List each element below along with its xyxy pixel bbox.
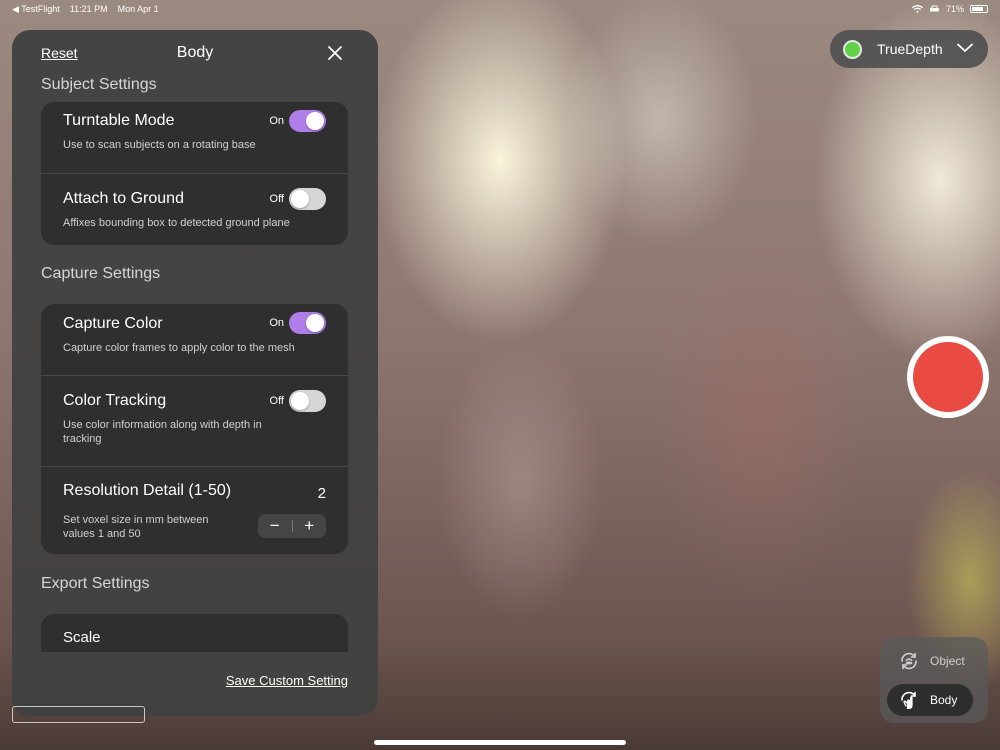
battery-icon bbox=[970, 5, 988, 13]
battery-percent: 71% bbox=[945, 4, 964, 14]
row-title: Capture Color bbox=[63, 315, 163, 332]
object-rotate-icon bbox=[901, 652, 917, 670]
row-title: Scale bbox=[63, 629, 101, 646]
turntable-mode-row: Turntable Mode Use to scan subjects on a… bbox=[41, 102, 348, 174]
row-title: Color Tracking bbox=[63, 392, 167, 409]
resolution-stepper: − + bbox=[258, 514, 326, 538]
row-title: Resolution Detail (1-50) bbox=[63, 482, 232, 499]
home-indicator[interactable] bbox=[374, 740, 626, 745]
row-description: Set voxel size in mm between values 1 an… bbox=[63, 514, 209, 540]
export-settings-card: Scale bbox=[41, 614, 348, 652]
row-title: Turntable Mode bbox=[63, 112, 175, 129]
attach-to-ground-toggle[interactable] bbox=[289, 188, 326, 210]
subject-settings-heading: Subject Settings bbox=[41, 76, 157, 93]
save-custom-setting-button[interactable]: Save Custom Setting bbox=[226, 673, 348, 688]
close-icon[interactable] bbox=[326, 44, 344, 62]
mode-label: Body bbox=[930, 693, 958, 707]
decrement-button[interactable]: − bbox=[258, 514, 292, 538]
toggle-state-label: Off bbox=[269, 193, 284, 205]
body-rotate-icon bbox=[901, 691, 916, 709]
capture-color-toggle[interactable] bbox=[289, 312, 326, 334]
row-description: Use to scan subjects on a rotating base bbox=[63, 139, 256, 151]
turntable-mode-toggle[interactable] bbox=[289, 110, 326, 132]
mode-object[interactable]: Object bbox=[887, 645, 973, 677]
panel-header: Reset Body bbox=[12, 30, 378, 78]
record-button-inner bbox=[913, 342, 983, 412]
settings-panel: Reset Body Subject Settings Turntable Mo… bbox=[12, 30, 378, 716]
attach-to-ground-row: Attach to Ground Affixes bounding box to… bbox=[41, 174, 348, 245]
export-settings-heading: Export Settings bbox=[41, 575, 150, 592]
status-time: 11:21 PM bbox=[69, 4, 108, 14]
scale-row[interactable]: Scale bbox=[41, 614, 348, 652]
toggle-state-label: Off bbox=[269, 395, 284, 407]
capture-settings-card: Capture Color Capture color frames to ap… bbox=[41, 304, 348, 554]
scan-mode-selector: Object Body bbox=[880, 637, 988, 723]
mode-label: Object bbox=[930, 654, 965, 668]
record-button[interactable] bbox=[907, 336, 989, 418]
row-title: Attach to Ground bbox=[63, 190, 184, 207]
toggle-state-label: On bbox=[269, 115, 284, 127]
status-date: Mon Apr 1 bbox=[117, 4, 159, 14]
status-bar: ◀ TestFlight 11:21 PM Mon Apr 1 71% bbox=[0, 0, 1000, 18]
row-description: Use color information along with depth i… bbox=[63, 419, 262, 445]
resolution-detail-row: Resolution Detail (1-50) 2 Set voxel siz… bbox=[41, 467, 348, 554]
panel-title: Body bbox=[176, 44, 214, 61]
resolution-value: 2 bbox=[317, 485, 326, 502]
toggle-state-label: On bbox=[269, 317, 284, 329]
increment-button[interactable]: + bbox=[293, 514, 327, 538]
row-description: Affixes bounding box to detected ground … bbox=[63, 217, 290, 229]
camera-selector[interactable]: TrueDepth bbox=[830, 30, 988, 68]
camera-status-dot bbox=[843, 39, 862, 59]
brand-logo-fragment bbox=[12, 706, 145, 723]
capture-settings-heading: Capture Settings bbox=[41, 265, 161, 282]
mode-body[interactable]: Body bbox=[887, 684, 973, 716]
camera-label: TrueDepth bbox=[877, 41, 943, 57]
subject-settings-card: Turntable Mode Use to scan subjects on a… bbox=[41, 102, 348, 245]
back-to-testflight[interactable]: ◀ TestFlight bbox=[12, 4, 60, 15]
color-tracking-row: Color Tracking Use color information alo… bbox=[41, 376, 348, 467]
wifi-icon bbox=[912, 5, 923, 13]
car-icon bbox=[929, 5, 939, 12]
row-description: Capture color frames to apply color to t… bbox=[63, 342, 295, 354]
capture-color-row: Capture Color Capture color frames to ap… bbox=[41, 304, 348, 376]
chevron-down-icon bbox=[957, 43, 973, 52]
color-tracking-toggle[interactable] bbox=[289, 390, 326, 412]
